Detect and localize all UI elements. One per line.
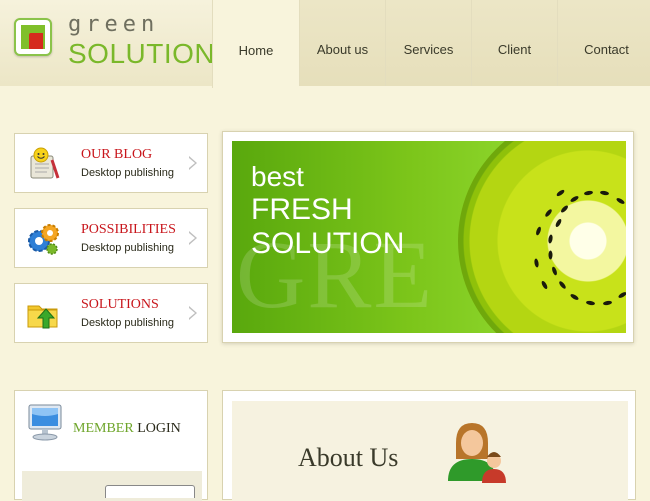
logo[interactable]: green SOLUTIONS: [0, 0, 234, 86]
nav-about-us-label: About us: [316, 42, 369, 57]
computer-icon: [28, 404, 62, 441]
chevron-right-icon[interactable]: [189, 306, 197, 320]
about-us-title: About Us: [298, 443, 399, 472]
member-login-title-b: LOGIN: [137, 421, 181, 436]
family-people-icon: [448, 423, 506, 483]
folder-arrow-icon: [27, 305, 58, 329]
about-us-panel: About Us: [222, 390, 636, 501]
nav-home-label: Home: [238, 43, 274, 58]
nav-services[interactable]: Services: [385, 0, 471, 86]
sidebar-item-title: OUR BLOG: [81, 147, 153, 162]
logo-mark-icon: [14, 18, 52, 56]
banner-line-solution: SOLUTION: [251, 227, 405, 260]
chevron-right-icon[interactable]: [189, 231, 197, 245]
nav-contact-label: Contact: [584, 42, 629, 57]
logo-text-green: green: [68, 12, 160, 37]
nav-contact[interactable]: Contact: [557, 0, 650, 86]
sidebar-item-our-blog[interactable]: OUR BLOG Desktop publishing: [14, 133, 208, 193]
member-login-panel: MEMBER LOGIN: [14, 390, 208, 501]
sidebar-item-possibilities[interactable]: POSSIBILITIES Desktop publishing: [14, 208, 208, 268]
nav-client[interactable]: Client: [471, 0, 557, 86]
sidebar-item-subtitle: Desktop publishing: [81, 167, 174, 179]
hero-banner: GRE best FRESH SOLUTION: [222, 131, 634, 343]
nav-client-label: Client: [497, 42, 532, 57]
nav-home[interactable]: Home: [212, 0, 299, 88]
hero-banner-image: GRE best FRESH SOLUTION: [232, 141, 626, 333]
banner-line-fresh: FRESH: [251, 193, 353, 226]
member-login-title: MEMBER LOGIN: [73, 421, 181, 437]
nav-services-label: Services: [403, 42, 454, 57]
kiwi-image: [458, 141, 626, 333]
sidebar-item-title: POSSIBILITIES: [81, 222, 176, 237]
main-navigation: Home About us Services Client Contact: [212, 0, 650, 88]
blog-smiley-icon: [30, 147, 60, 179]
sidebar-item-subtitle: Desktop publishing: [81, 242, 174, 254]
nav-about-us[interactable]: About us: [299, 0, 385, 86]
gears-icon: [28, 224, 59, 255]
sidebar-item-solutions[interactable]: SOLUTIONS Desktop publishing: [14, 283, 208, 343]
logo-text-solutions: SOLUTIONS: [68, 38, 235, 69]
chevron-right-icon[interactable]: [189, 156, 197, 170]
member-login-title-a: MEMBER: [73, 421, 134, 436]
sidebar-item-title: SOLUTIONS: [81, 297, 159, 312]
about-us-inner: About Us: [232, 401, 628, 501]
sidebar-item-subtitle: Desktop publishing: [81, 317, 174, 329]
banner-line-best: best: [251, 161, 304, 192]
